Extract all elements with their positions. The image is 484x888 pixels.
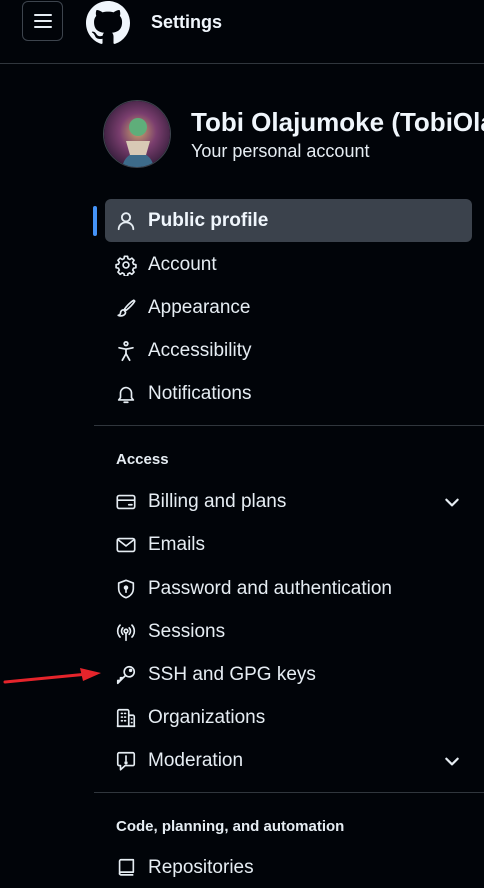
top-bar: Settings <box>0 0 484 63</box>
sidebar-item-sessions[interactable]: Sessions <box>105 612 472 652</box>
gear-icon <box>115 255 137 276</box>
sidebar-item-emails[interactable]: Emails <box>105 525 472 565</box>
hamburger-menu-button[interactable] <box>22 1 63 41</box>
sidebar-item-label: Account <box>148 254 217 275</box>
sidebar-item-accessibility[interactable]: Accessibility <box>105 331 472 371</box>
sidebar-item-appearance[interactable]: Appearance <box>105 288 472 328</box>
person-icon <box>117 212 135 231</box>
sidebar-item-label: Moderation <box>148 750 244 771</box>
hamburger-icon <box>33 14 52 28</box>
active-indicator <box>93 206 97 236</box>
repo-icon <box>118 858 135 876</box>
section-heading-code-planning: Code, planning, and automation <box>116 818 345 835</box>
credit-card-icon <box>116 494 136 510</box>
section-divider <box>94 425 484 426</box>
sidebar-item-label: Organizations <box>148 707 266 728</box>
sidebar-item-notifications[interactable]: Notifications <box>105 374 472 414</box>
account-type-label: Your personal account <box>191 141 370 161</box>
user-display-name[interactable]: Tobi Olajumoke (TobiOla <box>191 107 484 138</box>
header-divider <box>0 63 484 64</box>
annotation-arrow-icon <box>3 668 101 684</box>
section-divider <box>94 792 484 793</box>
key-icon <box>116 665 136 685</box>
page-title: Settings <box>151 12 223 32</box>
sidebar-item-label: Billing and plans <box>148 491 287 512</box>
broadcast-icon <box>116 624 136 642</box>
sidebar-item-organizations[interactable]: Organizations <box>105 698 472 738</box>
sidebar-item-label: Repositories <box>148 857 254 878</box>
sidebar-item-label: Emails <box>148 534 206 555</box>
bell-icon <box>117 386 135 404</box>
sidebar-item-moderation[interactable]: Moderation <box>105 741 472 781</box>
organization-icon <box>116 708 136 728</box>
paintbrush-icon <box>117 299 136 317</box>
shield-lock-icon <box>117 579 135 599</box>
chevron-down-icon[interactable] <box>443 752 461 770</box>
sidebar-item-billing[interactable]: Billing and plans <box>105 482 472 522</box>
avatar[interactable] <box>103 100 171 168</box>
section-heading-access: Access <box>116 451 169 468</box>
sidebar-item-label: SSH and GPG keys <box>148 664 316 685</box>
chevron-down-icon[interactable] <box>443 493 461 511</box>
sidebar-item-public-profile[interactable]: Public profile <box>105 201 472 241</box>
sidebar-item-label: Public profile <box>148 210 269 231</box>
avatar-image <box>104 101 170 167</box>
report-icon <box>116 751 136 771</box>
sidebar-item-label: Accessibility <box>148 340 252 361</box>
sidebar-item-password[interactable]: Password and authentication <box>105 569 472 609</box>
mail-icon <box>116 537 136 553</box>
sidebar-item-label: Notifications <box>148 383 252 404</box>
sidebar-item-repositories[interactable]: Repositories <box>105 848 472 888</box>
github-logo-icon[interactable] <box>86 1 130 45</box>
sidebar-item-label: Appearance <box>148 297 251 318</box>
sidebar-item-account[interactable]: Account <box>105 245 472 285</box>
sidebar-item-label: Password and authentication <box>148 578 392 599</box>
sidebar-item-label: Sessions <box>148 621 226 642</box>
accessibility-icon <box>118 340 134 362</box>
sidebar-item-ssh-gpg-keys[interactable]: SSH and GPG keys <box>105 655 472 695</box>
